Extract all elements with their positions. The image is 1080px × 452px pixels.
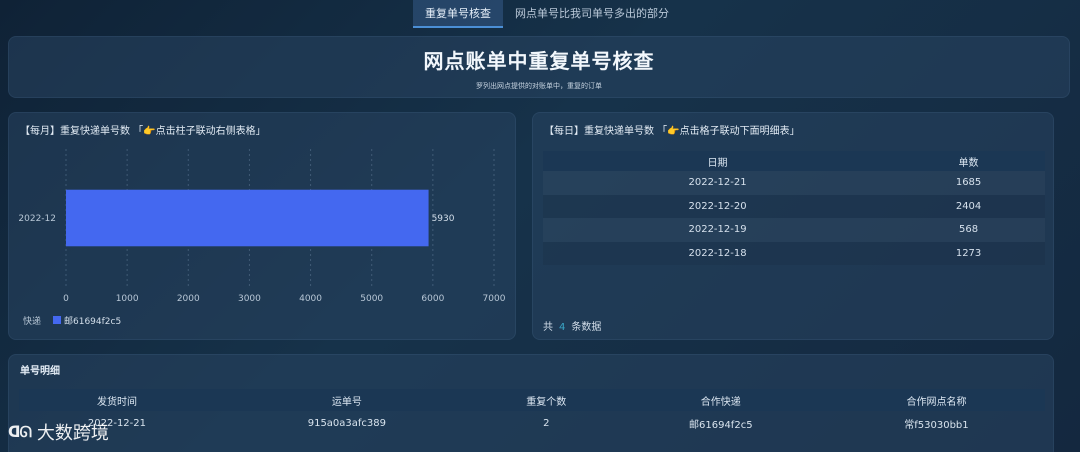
watermark: ᗡᘏ 大数跨境 [8, 418, 109, 446]
cell-date[interactable]: 2022-12-19 [543, 218, 892, 242]
table-header-row: 日期 单数 [543, 151, 1045, 171]
table-row[interactable]: 2022-12-20 2404 [543, 194, 1045, 218]
legend-item[interactable]: 邮61694f2c5 [64, 315, 121, 327]
data-label: 5930 [432, 214, 455, 224]
table-row[interactable]: 2022-12-18 1273 [543, 241, 1045, 265]
x-tick-label: 2000 [177, 294, 200, 304]
cell-count[interactable]: 1685 [892, 171, 1045, 195]
cell-branch[interactable]: 常f53030bb1 [828, 411, 1045, 435]
x-tick-label: 3000 [238, 294, 261, 304]
cell-count[interactable]: 1273 [892, 241, 1045, 265]
table-row[interactable]: 2022-12-19 568 [543, 218, 1045, 242]
daily-table: 日期 单数 2022-12-21 1685 2022-12-20 2404 20… [543, 151, 1045, 265]
watermark-logo-icon: ᗡᘏ [8, 423, 32, 441]
count-prefix: 共 [543, 322, 553, 333]
row-count-summary: 共 4 条数据 [543, 318, 601, 333]
page-subtitle: 罗列出网点提供的对账单中，重复的订单 [476, 82, 602, 90]
detail-panel: 单号明细 发货时间 运单号 重复个数 合作快递 合作网点名称 2022-12-2… [8, 354, 1054, 452]
x-tick-label: 6000 [421, 294, 444, 304]
tab-bar: 重复单号核查 网点单号比我司单号多出的部分 [413, 0, 681, 28]
pointing-hand-icon: 👉 [667, 126, 680, 137]
detail-title: 单号明细 [20, 366, 60, 377]
column-header-waybill[interactable]: 运单号 [214, 389, 479, 411]
cell-waybill[interactable]: 915a0a3afc389 [215, 411, 479, 435]
y-tick-label: 2022-12 [18, 214, 56, 224]
cell-date[interactable]: 2022-12-21 [543, 171, 892, 195]
cell-date[interactable]: 2022-12-20 [543, 194, 893, 218]
detail-table: 发货时间 运单号 重复个数 合作快递 合作网点名称 2022-12-21 915… [19, 389, 1045, 435]
cell-duplicates[interactable]: 2 [479, 411, 614, 435]
column-header-duplicates[interactable]: 重复个数 [478, 389, 614, 411]
daily-title-suffix: 点击格子联动下面明细表」 [679, 126, 800, 137]
cell-count[interactable]: 2404 [892, 194, 1045, 218]
x-tick-label: 4000 [299, 294, 322, 304]
tab-duplicate-check[interactable]: 重复单号核查 [413, 0, 503, 28]
x-tick-label: 7000 [483, 294, 506, 304]
cell-count[interactable]: 568 [892, 218, 1045, 242]
bar[interactable] [66, 189, 429, 247]
cell-date[interactable]: 2022-12-18 [543, 241, 893, 265]
daily-title-prefix: 【每日】重复快递单号数 「 [544, 126, 668, 137]
column-header-count[interactable]: 单数 [892, 151, 1045, 171]
column-header-ship-time[interactable]: 发货时间 [19, 389, 215, 411]
page-title: 网点账单中重复单号核查 [423, 49, 655, 73]
count-suffix: 条数据 [571, 322, 602, 333]
daily-table-title: 【每日】重复快递单号数 「👉点击格子联动下面明细表」 [544, 122, 800, 137]
row-count-value: 4 [559, 322, 566, 333]
watermark-text: 大数跨境 [36, 423, 109, 444]
legend-title: 快递 [23, 315, 41, 327]
x-tick-label: 0 [63, 294, 69, 304]
cell-express[interactable]: 邮61694f2c5 [614, 411, 828, 435]
column-header-branch[interactable]: 合作网点名称 [827, 389, 1045, 411]
header-panel: 网点账单中重复单号核查 罗列出网点提供的对账单中，重复的订单 [8, 36, 1070, 98]
legend-swatch [53, 316, 61, 324]
tab-extra-numbers[interactable]: 网点单号比我司单号多出的部分 [503, 0, 681, 28]
column-header-express[interactable]: 合作快递 [613, 389, 828, 411]
monthly-bar-chart: 0 1000 2000 3000 4000 5000 6000 7000 2022-12 5930… [18, 149, 506, 327]
table-row[interactable]: 2022-12-21 915a0a3afc389 2 邮61694f2c5 常f… [19, 411, 1045, 435]
table-header-row: 发货时间 运单号 重复个数 合作快递 合作网点名称 [19, 389, 1045, 411]
daily-table-panel: 【每日】重复快递单号数 「👉点击格子联动下面明细表」 日期 单数 2022-12… [532, 112, 1054, 340]
x-tick-label: 1000 [116, 294, 139, 304]
x-tick-label: 5000 [360, 294, 383, 304]
column-header-date[interactable]: 日期 [543, 151, 893, 171]
table-row[interactable]: 2022-12-21 1685 [543, 171, 1045, 195]
monthly-chart-panel: 【每月】重复快递单号数 「👉点击柱子联动右侧表格」 0 1000 2000 3000 4… [8, 112, 516, 340]
